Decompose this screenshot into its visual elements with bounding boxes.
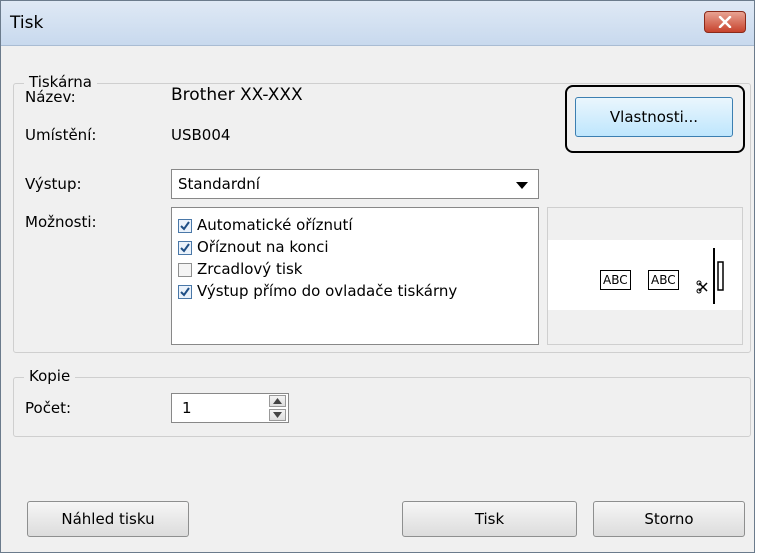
close-icon <box>718 16 732 28</box>
printer-location-label: Umístění: <box>25 126 97 144</box>
checkbox-direct-to-driver[interactable] <box>178 285 192 299</box>
checkmark-icon <box>180 243 190 253</box>
copies-count-label: Počet: <box>25 399 72 417</box>
print-button[interactable]: Tisk <box>402 501 577 537</box>
output-select-value: Standardní <box>178 175 260 193</box>
arrow-down-icon <box>273 412 282 418</box>
checkmark-icon <box>180 287 190 297</box>
label-preview: ABC ABC <box>547 207 743 345</box>
properties-button-label: Vlastnosti... <box>609 108 699 126</box>
title-bar: Tisk <box>1 1 754 46</box>
checkmark-icon <box>180 221 190 231</box>
option-auto-cut-label: Automatické oříznutí <box>197 216 353 234</box>
print-button-label: Tisk <box>474 510 505 528</box>
options-label: Možnosti: <box>25 213 97 231</box>
spin-down-button[interactable] <box>269 409 286 421</box>
label-preview-area: ABC ABC <box>548 240 742 310</box>
option-direct-to-driver-label: Výstup přímo do ovladače tiskárny <box>197 282 458 300</box>
print-preview-button-label: Náhled tisku <box>61 510 155 528</box>
cancel-button-label: Storno <box>644 510 694 528</box>
print-preview-button[interactable]: Náhled tisku <box>27 501 189 537</box>
checkbox-mirror-print[interactable] <box>178 263 192 277</box>
copies-count-value: 1 <box>182 399 192 417</box>
chevron-down-icon <box>516 182 528 189</box>
output-select[interactable]: Standardní <box>171 169 539 199</box>
printer-name-label: Název: <box>25 88 76 106</box>
print-dialog: Tisk Tiskárna Název: Brother XX-XXX Umís… <box>0 0 755 553</box>
window-title: Tisk <box>10 13 44 33</box>
preview-label-1: ABC <box>600 270 631 290</box>
output-label: Výstup: <box>25 175 82 193</box>
option-cut-at-end-label: Oříznout na konci <box>197 238 329 256</box>
scissors-icon <box>696 280 708 294</box>
printer-name-value: Brother XX-XXX <box>171 85 303 105</box>
spin-up-button[interactable] <box>269 395 286 407</box>
options-list: Automatické oříznutí Oříznout na konci Z… <box>171 207 539 345</box>
copies-group-label: Kopie <box>24 367 76 385</box>
checkbox-auto-cut[interactable] <box>178 219 192 233</box>
option-mirror-print-label: Zrcadlový tisk <box>197 260 303 278</box>
properties-button[interactable]: Vlastnosti... <box>575 97 733 137</box>
copies-group: Kopie <box>13 367 751 437</box>
copies-count-spinner[interactable]: 1 <box>171 393 289 423</box>
cancel-button[interactable]: Storno <box>593 501 745 537</box>
arrow-up-icon <box>273 398 282 404</box>
checkbox-cut-at-end[interactable] <box>178 241 192 255</box>
printer-location-value: USB004 <box>171 126 231 144</box>
preview-label-2: ABC <box>648 270 679 290</box>
close-button[interactable] <box>704 11 746 33</box>
tape-end-icon <box>713 248 724 304</box>
